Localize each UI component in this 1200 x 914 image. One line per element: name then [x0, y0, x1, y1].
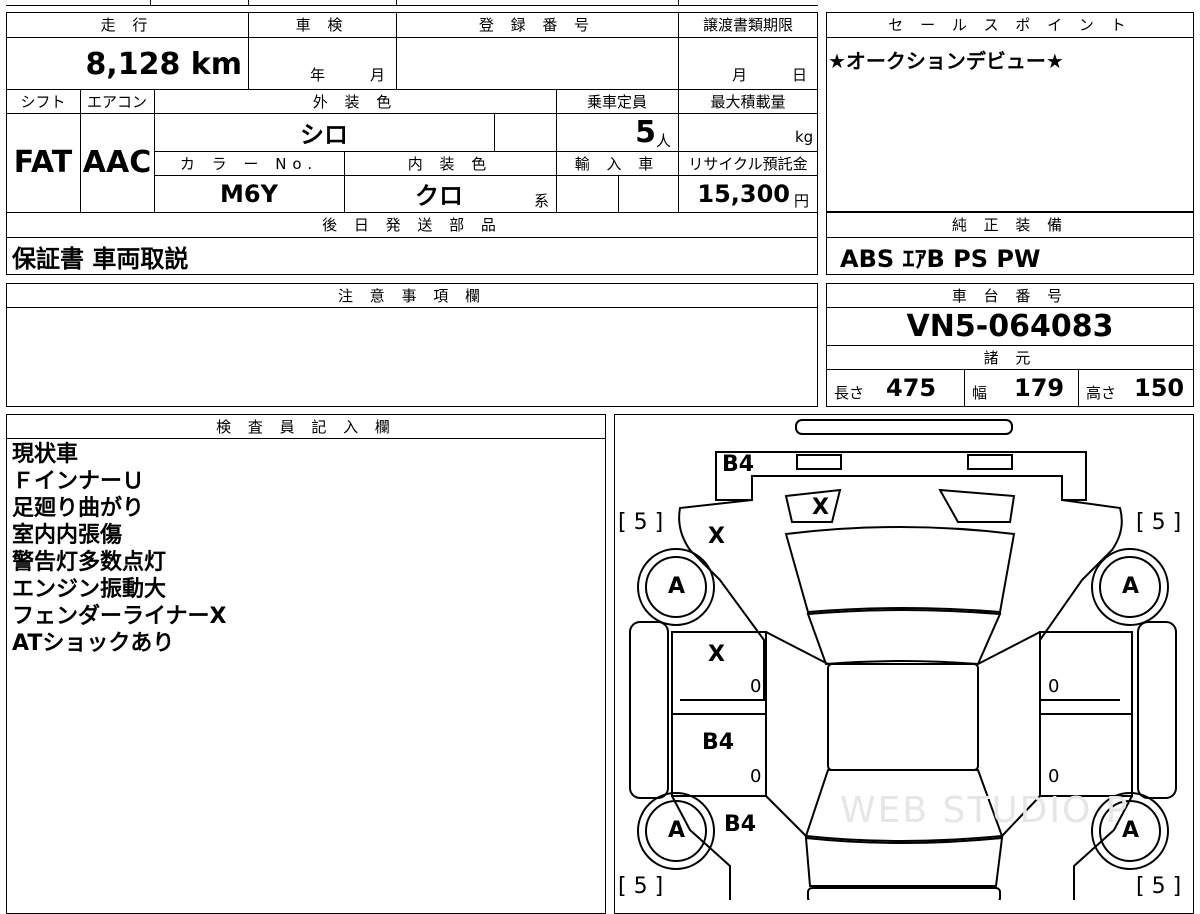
- sales-point-panel: [826, 12, 1194, 212]
- sales-point-text: ★オークションデビュー★: [828, 48, 1064, 73]
- wheel-left-rear: A: [668, 818, 686, 843]
- inspector-notes-text: 現状車 ＦインナーＵ 足廻り曲がり 室内内張傷 警告灯多数点灯 エンジン振動大 …: [12, 442, 227, 656]
- exterior-color-value: シロ: [300, 120, 348, 149]
- later-parts-value: 保証書 車両取説: [12, 244, 189, 273]
- height-label: 高さ: [1086, 384, 1117, 402]
- color-no-header: カ ラ ー No.: [179, 154, 319, 173]
- capacity-header: 乗車定員: [586, 92, 647, 111]
- shift-header: シフト: [20, 92, 66, 111]
- color-no-value: M6Y: [220, 179, 278, 208]
- door-zero-lf: 0: [750, 676, 762, 697]
- door-zero-lr: 0: [750, 766, 762, 787]
- hood-mark: X: [812, 495, 829, 520]
- wheel-left-front: A: [668, 574, 686, 599]
- chassis-value: VN5-064083: [906, 309, 1114, 344]
- tire-right-front: [ 5 ]: [1136, 510, 1182, 535]
- transfer-deadline-header: 譲渡書類期限: [702, 16, 793, 34]
- registration-header: 登 録 番 号: [478, 16, 596, 34]
- watermark: WEB STUDIO P: [840, 790, 1130, 831]
- length-label: 長さ: [834, 384, 865, 402]
- height-value: 150: [1134, 374, 1185, 402]
- wheel-right-rear: A: [1122, 818, 1140, 843]
- interior-color-suffix: 系: [534, 192, 550, 210]
- length-value: 475: [886, 374, 937, 402]
- recycle-unit: 円: [794, 192, 810, 210]
- inspection-year: 年: [310, 66, 326, 84]
- max-load-unit: kg: [795, 128, 814, 146]
- genuine-equipment-value: ABS ｴｱB PS PW: [840, 244, 1041, 273]
- door-zero-rr: 0: [1048, 766, 1060, 787]
- interior-color-value: クロ: [415, 182, 463, 210]
- genuine-equipment-header: 純 正 装 備: [951, 216, 1069, 234]
- later-parts-header: 後 日 発 送 部 品: [322, 216, 502, 234]
- cut-row-line: [6, 5, 818, 6]
- inspection-month: 月: [370, 66, 386, 84]
- transfer-day: 日: [792, 66, 808, 84]
- wheel-right-front: A: [1122, 574, 1140, 599]
- recycle-value: 15,300: [697, 179, 790, 208]
- mileage-header: 走 行: [100, 16, 154, 34]
- tire-left-front: [ 5 ]: [618, 510, 664, 535]
- ac-value: AAC: [82, 145, 152, 180]
- tire-left-rear: [ 5 ]: [618, 874, 664, 899]
- max-load-header: 最大積載量: [710, 92, 786, 111]
- mileage-value: 8,128 km: [85, 46, 242, 82]
- left-front-door-mark: X: [708, 642, 725, 667]
- width-label: 幅: [972, 384, 988, 402]
- shift-value: FAT: [13, 145, 73, 180]
- inspection-header: 車 検: [295, 16, 349, 34]
- capacity-value: 5: [635, 114, 656, 150]
- left-rear-fender-mark: B4: [724, 812, 757, 837]
- exterior-color-header: 外 装 色: [312, 92, 398, 111]
- ac-header: エアコン: [86, 92, 147, 111]
- import-header: 輸 入 車: [574, 154, 660, 173]
- capacity-unit: 人: [656, 132, 672, 150]
- specs-header: 諸 元: [983, 348, 1037, 367]
- width-value: 179: [1014, 374, 1065, 402]
- interior-color-header: 内 装 色: [407, 154, 493, 173]
- chassis-header: 車 台 番 号: [951, 286, 1069, 305]
- inspector-header: 検 査 員 記 入 欄: [216, 417, 396, 436]
- sales-point-header: セ ー ル ス ポ イ ン ト: [888, 16, 1132, 34]
- tire-right-rear: [ 5 ]: [1136, 874, 1182, 899]
- transfer-month: 月: [732, 66, 748, 84]
- notes-header: 注 意 事 項 欄: [337, 286, 487, 305]
- left-fender-mark: X: [708, 524, 725, 549]
- door-zero-rf: 0: [1048, 676, 1060, 697]
- front-bumper-mark: B4: [722, 452, 755, 477]
- recycle-header: リサイクル預託金: [688, 154, 808, 173]
- left-rear-door-mark: B4: [702, 730, 735, 755]
